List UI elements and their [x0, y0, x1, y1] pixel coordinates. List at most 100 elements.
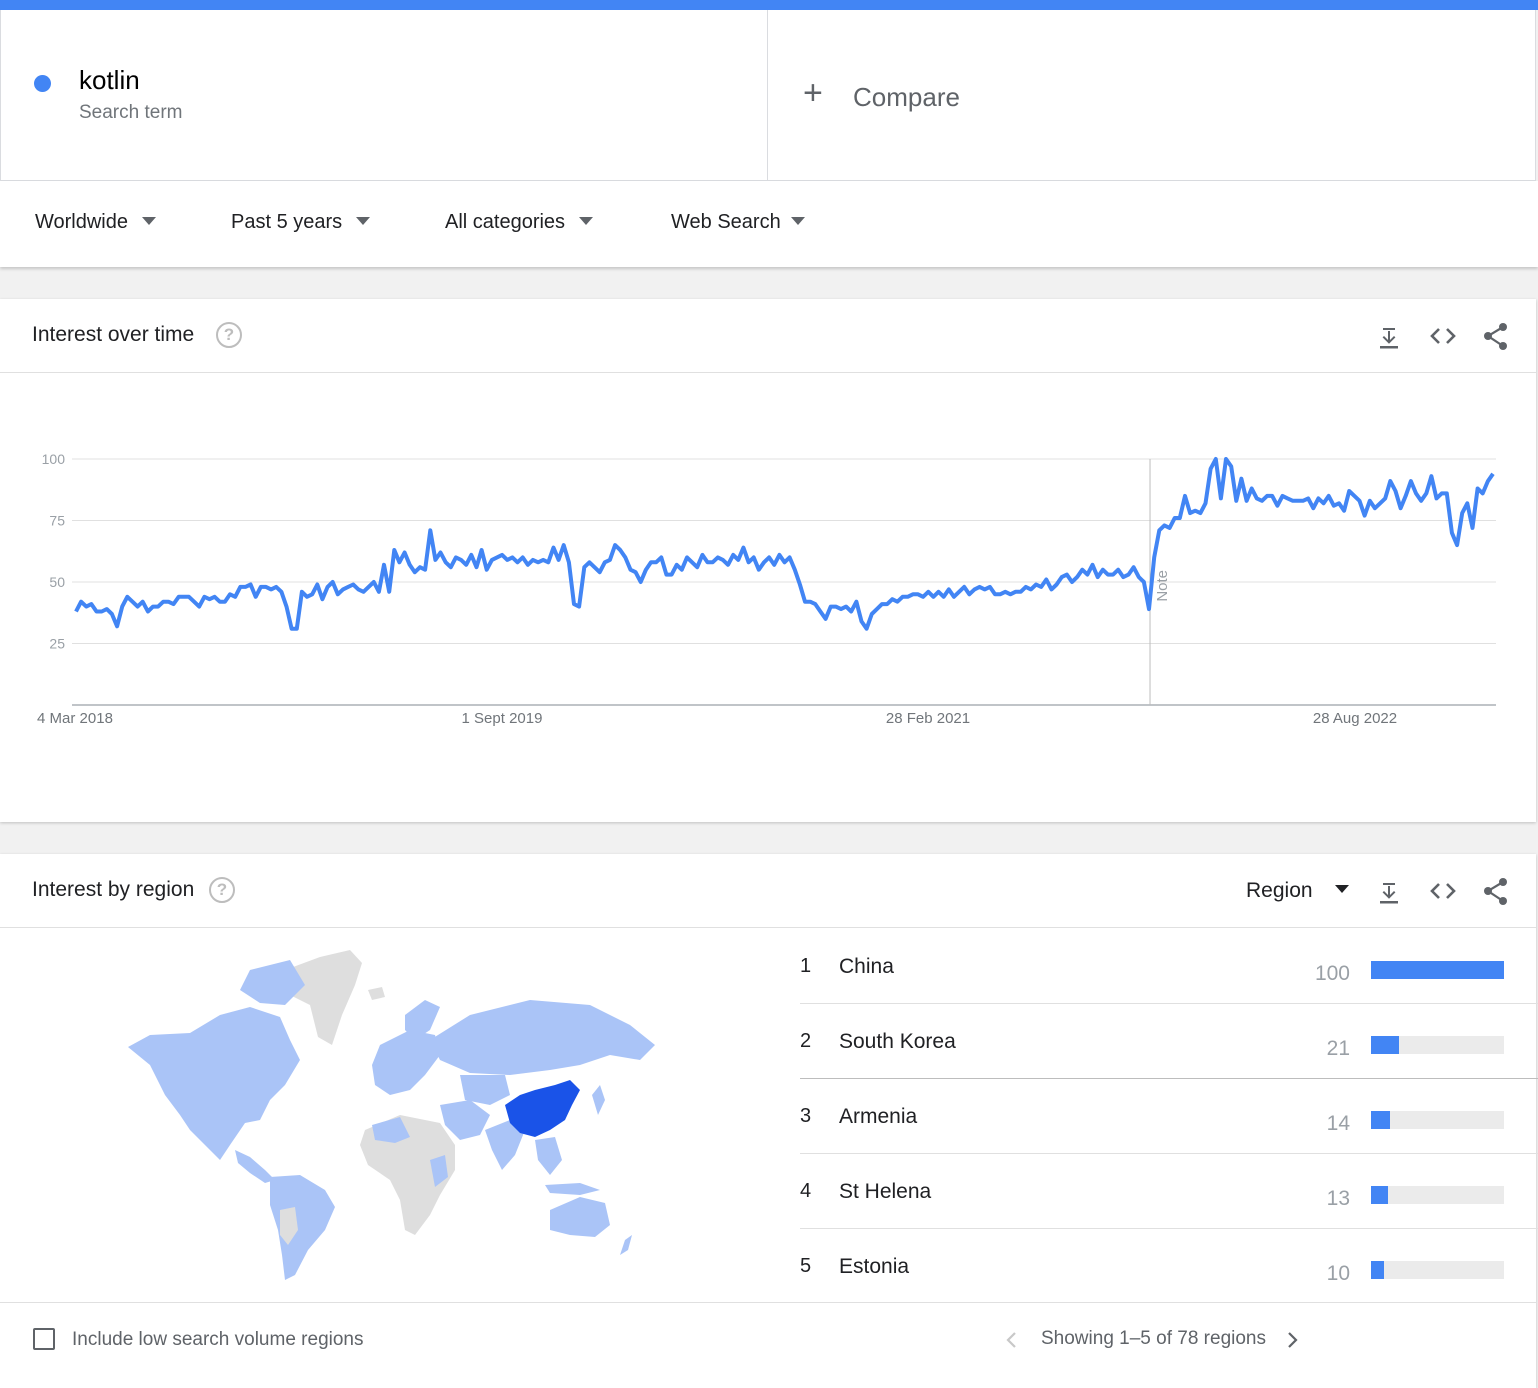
y-tick-label: 25 [49, 636, 65, 652]
map-region-russia [430, 1000, 655, 1075]
search-term-card[interactable]: kotlin Search term [0, 10, 768, 181]
note-label[interactable]: Note [1154, 570, 1171, 602]
card-header: Interest by region ? Region [0, 854, 1536, 928]
card-title: Interest by region [32, 878, 195, 901]
category-filter[interactable]: All categories [445, 211, 594, 234]
location-filter[interactable]: Worldwide [35, 211, 156, 234]
term-color-dot [34, 75, 51, 92]
help-icon[interactable]: ? [216, 322, 242, 348]
map-region-china [505, 1080, 580, 1137]
search-type-filter[interactable]: Web Search [671, 211, 805, 234]
embed-code-icon[interactable] [1428, 876, 1458, 906]
region-value: 13 [1326, 1187, 1350, 1210]
region-bar-fill [1371, 961, 1504, 979]
region-rank: 4 [800, 1180, 812, 1202]
world-map[interactable] [110, 945, 670, 1285]
plus-icon: + [803, 74, 823, 112]
accent-top-bar [0, 0, 1538, 10]
map-region-europe [372, 1030, 440, 1095]
map-region-new-zealand [620, 1235, 632, 1255]
caret-down-icon [142, 216, 156, 225]
region-bar-fill [1371, 1261, 1385, 1279]
y-tick-label: 100 [42, 451, 66, 467]
time-filter-label: Past 5 years [231, 211, 343, 233]
compare-button[interactable]: + Compare [768, 10, 1536, 181]
search-type-label: Web Search [671, 211, 781, 233]
card-header: Interest over time ? [0, 299, 1536, 373]
region-name[interactable]: Estonia [839, 1255, 909, 1279]
filter-bar: Worldwide Past 5 years All categories We… [0, 181, 1538, 267]
region-value: 14 [1326, 1112, 1350, 1135]
region-row[interactable]: 5 Estonia 10 [800, 1229, 1538, 1304]
region-row[interactable]: 4 St Helena 13 [800, 1154, 1538, 1229]
resolution-dropdown[interactable]: Region [1246, 879, 1349, 903]
series-line-kotlin[interactable] [74, 457, 1495, 631]
previous-page-icon[interactable] [1003, 1331, 1021, 1349]
term-name[interactable]: kotlin [79, 65, 140, 96]
x-tick-label: 28 Aug 2022 [1313, 710, 1397, 727]
map-region-scandinavia [405, 1000, 440, 1040]
map-region-north-america [128, 1007, 300, 1160]
caret-down-icon [1334, 885, 1349, 894]
region-bar-track [1371, 1036, 1504, 1054]
map-region-iceland [368, 987, 385, 1000]
y-tick-label: 50 [49, 574, 65, 590]
region-name[interactable]: China [839, 955, 894, 979]
map-region-indonesia [545, 1183, 600, 1195]
caret-down-icon [579, 216, 594, 225]
embed-code-icon[interactable] [1428, 321, 1458, 351]
map-region-central-america [235, 1150, 275, 1183]
region-value: 100 [1314, 962, 1350, 985]
location-filter-label: Worldwide [35, 211, 128, 233]
time-range-filter[interactable]: Past 5 years [231, 211, 371, 234]
caret-down-icon [356, 216, 371, 225]
footer-divider [0, 1302, 1536, 1303]
region-rank: 2 [800, 1030, 812, 1052]
low-volume-checkbox[interactable] [33, 1328, 55, 1350]
help-icon[interactable]: ? [209, 877, 235, 903]
trend-line-chart: 100 75 50 25 4 Mar 2018 1 Sept 2019 28 Feb 202… [37, 451, 1496, 727]
share-icon[interactable] [1481, 321, 1511, 351]
low-volume-label: Include low search volume regions [72, 1329, 364, 1350]
x-tick-label: 28 Feb 2021 [886, 710, 970, 727]
region-bar-fill [1371, 1111, 1390, 1129]
map-region-south-america [270, 1175, 335, 1280]
download-icon[interactable] [1374, 321, 1404, 351]
region-value: 21 [1326, 1037, 1350, 1060]
compare-label: Compare [853, 82, 960, 112]
region-value: 10 [1326, 1262, 1350, 1285]
next-page-icon[interactable] [1283, 1331, 1301, 1349]
share-icon[interactable] [1481, 876, 1511, 906]
region-row[interactable]: 3 Armenia 14 [800, 1079, 1538, 1154]
caret-down-icon [790, 216, 805, 225]
term-row: kotlin Search term + Compare [0, 10, 1536, 181]
pager-status: Showing 1–5 of 78 regions [1041, 1328, 1266, 1349]
region-row[interactable]: 1 China 100 [800, 929, 1538, 1004]
download-icon[interactable] [1374, 876, 1404, 906]
region-bar-track [1371, 1261, 1504, 1279]
region-name[interactable]: Armenia [839, 1105, 917, 1129]
region-bar-fill [1371, 1036, 1399, 1054]
region-rank: 3 [800, 1105, 812, 1127]
region-bar-track [1371, 1111, 1504, 1129]
category-filter-label: All categories [445, 211, 566, 233]
region-bar-track [1371, 1186, 1504, 1204]
region-bar-fill [1371, 1186, 1389, 1204]
map-region-japan [592, 1085, 605, 1115]
map-region-australia [550, 1197, 610, 1237]
resolution-label: Region [1246, 879, 1313, 902]
x-tick-label: 1 Sept 2019 [462, 710, 543, 727]
interest-over-time-card: Interest over time ? 100 75 50 25 4 Mar 2018… [0, 299, 1536, 822]
card-title: Interest over time [32, 323, 195, 346]
map-region-southeast-asia [535, 1137, 562, 1175]
region-bar-track [1371, 961, 1504, 979]
region-rank: 5 [800, 1255, 812, 1277]
term-type: Search term [79, 102, 183, 123]
region-rank: 1 [800, 955, 812, 977]
region-name[interactable]: South Korea [839, 1030, 956, 1054]
x-tick-label: 4 Mar 2018 [37, 710, 113, 727]
map-region-central-asia [460, 1075, 510, 1105]
y-tick-label: 75 [49, 513, 65, 529]
region-name[interactable]: St Helena [839, 1180, 931, 1204]
region-row[interactable]: 2 South Korea 21 [800, 1004, 1538, 1079]
